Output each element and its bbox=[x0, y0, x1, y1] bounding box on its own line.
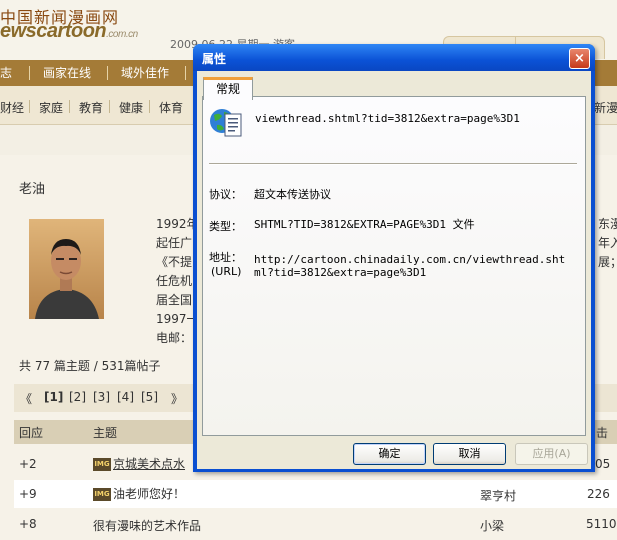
ok-button[interactable]: 确定 bbox=[353, 443, 426, 465]
pager-page-3[interactable]: [3] bbox=[93, 390, 110, 404]
nav-item-0[interactable]: 志 bbox=[0, 64, 12, 81]
nav-divider bbox=[107, 66, 108, 80]
author-bio-right: 东漫 年入 展； bbox=[598, 215, 617, 272]
category-education[interactable]: 教育 bbox=[79, 99, 103, 116]
web-document-icon bbox=[209, 106, 243, 140]
category-family[interactable]: 家庭 bbox=[39, 99, 63, 116]
bio-right-line: 年入 bbox=[598, 236, 617, 250]
logo-en-text: ewscartoon bbox=[0, 20, 107, 42]
logo-domain: .com.cn bbox=[106, 29, 138, 40]
category-divider bbox=[69, 100, 70, 113]
pager-page-5[interactable]: [5] bbox=[141, 390, 158, 404]
category-divider bbox=[109, 100, 110, 113]
properties-dialog: 属性 × 常规 viewthread.shtml?tid=3812&extra=… bbox=[193, 44, 595, 472]
row-topic[interactable]: IMG 京城美术点水 bbox=[93, 455, 185, 472]
dialog-title: 属性 bbox=[202, 52, 227, 66]
dialog-body: 常规 viewthread.shtml?tid=3812&extra=page%… bbox=[197, 71, 591, 469]
pager-next[interactable]: 》 bbox=[171, 390, 183, 407]
category-divider bbox=[149, 100, 150, 113]
nav-divider bbox=[29, 66, 30, 80]
category-finance[interactable]: 财经 bbox=[0, 99, 24, 116]
pager-page-2[interactable]: [2] bbox=[69, 390, 86, 404]
row-topic-link[interactable]: 京城美术点水 bbox=[113, 457, 185, 471]
row-topic[interactable]: IMG 油老师您好！ bbox=[93, 485, 185, 502]
nav-item-artists-online[interactable]: 画家在线 bbox=[43, 64, 91, 81]
nav-divider bbox=[185, 66, 186, 80]
row-replies: +2 bbox=[19, 457, 37, 471]
general-tab-panel: viewthread.shtml?tid=3812&extra=page%3D1… bbox=[202, 96, 586, 436]
type-label: 类型： bbox=[209, 220, 242, 233]
separator bbox=[209, 163, 577, 165]
category-health[interactable]: 健康 bbox=[119, 99, 143, 116]
row-topic-link[interactable]: 很有漫味的艺术作品 bbox=[93, 517, 201, 534]
pager-first[interactable]: 《 bbox=[20, 390, 32, 407]
row-views: 226 bbox=[587, 487, 610, 501]
img-tag-icon: IMG bbox=[93, 458, 111, 471]
author-name: 老油 bbox=[19, 182, 46, 197]
category-sports[interactable]: 体育 bbox=[159, 99, 183, 116]
row-topic-link[interactable]: 油老师您好！ bbox=[113, 487, 185, 501]
tab-general[interactable]: 常规 bbox=[203, 77, 253, 100]
pager-page-4[interactable]: [4] bbox=[117, 390, 134, 404]
category-divider bbox=[29, 100, 30, 113]
bio-right-line: 展； bbox=[598, 255, 617, 269]
site-logo-en[interactable]: ewscartoon.com.cn bbox=[0, 20, 138, 43]
table-row: +9 IMG 油老师您好！ 翠亨村 226 bbox=[14, 480, 617, 508]
pager-page-1[interactable]: [1] bbox=[44, 390, 63, 404]
row-replies: +8 bbox=[19, 517, 37, 531]
file-name-field[interactable]: viewthread.shtml?tid=3812&extra=page%3D1 bbox=[255, 112, 520, 125]
protocol-label: 协议： bbox=[209, 188, 242, 201]
dialog-titlebar[interactable]: 属性 × bbox=[193, 44, 595, 71]
address-label: 地址： bbox=[209, 251, 242, 264]
row-views: 5110 bbox=[586, 517, 617, 531]
author-avatar bbox=[29, 219, 104, 319]
protocol-value: 超文本传送协议 bbox=[254, 188, 331, 201]
table-row: +8 很有漫味的艺术作品 小梁 5110 bbox=[14, 510, 617, 538]
type-value: SHTML?TID=3812&EXTRA=PAGE%3D1 文件 bbox=[254, 218, 475, 231]
address-label-url: (URL) bbox=[211, 265, 242, 278]
row-views: 05 bbox=[595, 457, 611, 471]
row-replies: +9 bbox=[19, 487, 37, 501]
header-views: 击 bbox=[596, 426, 609, 440]
close-icon[interactable]: × bbox=[569, 48, 590, 69]
nav-item-foreign-works[interactable]: 域外佳作 bbox=[121, 64, 169, 81]
header-replies: 回应 bbox=[19, 426, 44, 440]
img-tag-icon: IMG bbox=[93, 488, 111, 501]
bio-right-line: 东漫 bbox=[598, 217, 617, 231]
cancel-button[interactable]: 取消 bbox=[433, 443, 506, 465]
row-author[interactable]: 小梁 bbox=[480, 517, 504, 534]
category-right[interactable]: 新漫 bbox=[594, 99, 617, 116]
header-topic: 主题 bbox=[93, 426, 118, 440]
address-line-1[interactable]: http://cartoon.chinadaily.com.cn/viewthr… bbox=[254, 253, 565, 266]
post-count: 共 77 篇主题 / 531篇帖子 bbox=[19, 359, 161, 373]
apply-button[interactable]: 应用(A) bbox=[515, 443, 588, 465]
row-author[interactable]: 翠亨村 bbox=[480, 487, 516, 504]
address-line-2[interactable]: ml?tid=3812&extra=page%3D1 bbox=[254, 266, 426, 279]
